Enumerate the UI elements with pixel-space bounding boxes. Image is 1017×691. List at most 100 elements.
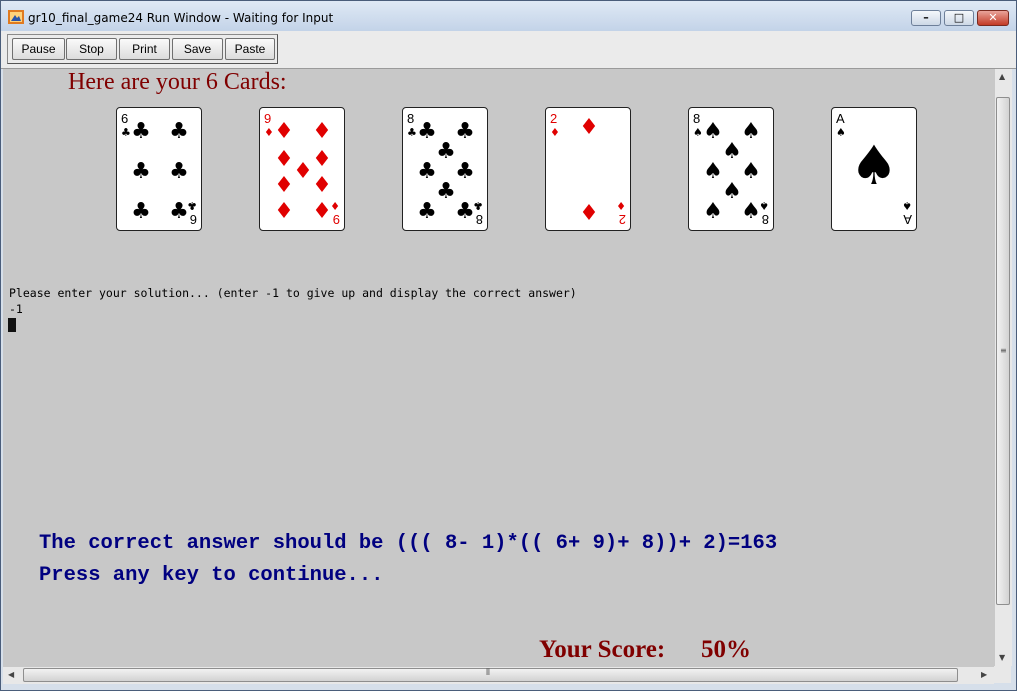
toolbar-button-group: Pause Stop Print Save Paste <box>7 34 278 64</box>
card-rank: 2 <box>619 212 626 227</box>
card-5: 8 ♠ 8 ♠ ♠ ♠ ♠ ♠ ♠ ♠ ♠ ♠ <box>688 107 774 231</box>
maximize-icon: □ <box>953 11 965 24</box>
diamond-suit-icon: ♦ <box>312 173 332 198</box>
club-suit-icon: ♣ <box>417 159 437 184</box>
card-4: 2 ♦ 2 ♦ ♦ ♦ <box>545 107 631 231</box>
score-value: 50% <box>701 636 751 663</box>
club-suit-icon: ♣ <box>455 119 475 144</box>
spade-suit-icon: ♠ <box>741 159 761 184</box>
spade-suit-icon: ♠ <box>722 179 742 204</box>
card-rank: A <box>836 111 845 126</box>
diamond-suit-icon: ♦ <box>312 119 332 144</box>
console-output[interactable]: Here are your 6 Cards: 6 ♣ 6 ♣ ♣ ♣ ♣ ♣ ♣ ♣ 9 ♦ 9 ♦ ♦ ♦… <box>3 69 994 666</box>
card-1: 6 ♣ 6 ♣ ♣ ♣ ♣ ♣ ♣ ♣ <box>116 107 202 231</box>
diamond-suit-icon: ♦ <box>312 147 332 172</box>
club-suit-icon: ♣ <box>169 119 189 144</box>
spade-suit-icon: ♠ <box>722 139 742 164</box>
horizontal-scrollbar[interactable]: ◀ ⦀ ▶ <box>3 666 994 684</box>
card-6: A ♠ A ♠ ♠ <box>831 107 917 231</box>
cards-heading: Here are your 6 Cards: <box>68 69 287 95</box>
run-window: gr10_final_game24 Run Window - Waiting f… <box>0 0 1017 691</box>
club-suit-icon: ♣ <box>131 199 151 224</box>
spade-suit-icon: ♠ <box>741 199 761 224</box>
scroll-up-arrow-icon[interactable]: ▲ <box>999 72 1005 81</box>
print-button[interactable]: Print <box>119 38 170 60</box>
card-face: 9♦9♦♦ ♦♦ ♦♦♦ ♦♦ ♦ <box>264 111 340 227</box>
card-face: A♠A♠♠ <box>836 111 912 227</box>
card-rank: 8 <box>762 212 769 227</box>
diamond-suit-icon: ♦ <box>274 199 294 224</box>
app-icon <box>8 10 24 24</box>
minimize-icon: – <box>923 11 929 24</box>
diamond-suit-icon: ♦ <box>264 126 274 139</box>
user-input: -1 <box>9 302 23 316</box>
spade-suit-icon: ♠ <box>703 199 723 224</box>
vertical-scroll-thumb[interactable]: ≡ <box>996 97 1010 605</box>
card-rank: 2 <box>550 111 557 126</box>
card-rank: A <box>903 212 912 227</box>
stop-button[interactable]: Stop <box>66 38 117 60</box>
spade-suit-icon: ♠ <box>703 159 723 184</box>
card-rank: 9 <box>333 212 340 227</box>
scroll-down-arrow-icon[interactable]: ▼ <box>999 653 1005 662</box>
card-2: 9 ♦ 9 ♦ ♦ ♦ ♦ ♦ ♦ ♦ ♦ ♦ ♦ <box>259 107 345 231</box>
card-face: 6♣6♣♣ ♣♣ ♣♣ ♣ <box>121 111 197 227</box>
scroll-right-arrow-icon[interactable]: ▶ <box>981 670 987 679</box>
vertical-scrollbar[interactable]: ▲ ≡ ▼ <box>994 69 1012 666</box>
club-suit-icon: ♣ <box>417 119 437 144</box>
minimize-button[interactable]: – <box>911 10 941 26</box>
club-suit-icon: ♣ <box>407 126 417 139</box>
grip-icon: ⦀ <box>486 668 490 678</box>
continue-text: Press any key to continue... <box>39 564 384 587</box>
club-suit-icon: ♣ <box>417 199 437 224</box>
close-button[interactable]: ✕ <box>977 10 1009 26</box>
paste-button[interactable]: Paste <box>225 38 275 60</box>
diamond-suit-icon: ♦ <box>293 159 313 184</box>
close-icon: ✕ <box>988 11 998 24</box>
text-cursor <box>8 318 16 332</box>
diamond-suit-icon: ♦ <box>274 147 294 172</box>
diamond-suit-icon: ♦ <box>312 199 332 224</box>
card-rank: 8 <box>407 111 414 126</box>
card-face: 2♦2♦♦♦ <box>550 111 626 227</box>
club-suit-icon: ♣ <box>436 179 456 204</box>
scroll-left-arrow-icon[interactable]: ◀ <box>8 670 14 679</box>
card-rank: 6 <box>121 111 128 126</box>
club-suit-icon: ♣ <box>169 199 189 224</box>
diamond-suit-icon: ♦ <box>579 115 599 140</box>
club-suit-icon: ♣ <box>436 139 456 164</box>
resize-grip-icon[interactable] <box>994 666 1011 683</box>
toolbar: Pause Stop Print Save Paste <box>1 31 1016 69</box>
club-suit-icon: ♣ <box>455 159 475 184</box>
save-button[interactable]: Save <box>172 38 223 60</box>
maximize-button[interactable]: □ <box>944 10 974 26</box>
spade-suit-icon: ♠ <box>850 134 898 197</box>
diamond-suit-icon: ♦ <box>616 199 626 212</box>
club-suit-icon: ♣ <box>131 119 151 144</box>
card-face: 8♣8♣♣ ♣♣♣ ♣♣♣ ♣ <box>407 111 483 227</box>
spade-suit-icon: ♠ <box>741 119 761 144</box>
pause-button[interactable]: Pause <box>12 38 65 60</box>
window-title: gr10_final_game24 Run Window - Waiting f… <box>28 11 334 25</box>
card-rank: 9 <box>264 111 271 126</box>
diamond-suit-icon: ♦ <box>274 119 294 144</box>
title-bar[interactable]: gr10_final_game24 Run Window - Waiting f… <box>1 1 1016 31</box>
spade-suit-icon: ♠ <box>902 199 912 212</box>
club-suit-icon: ♣ <box>169 159 189 184</box>
diamond-suit-icon: ♦ <box>550 126 560 139</box>
card-rank: 6 <box>190 212 197 227</box>
diamond-suit-icon: ♦ <box>274 173 294 198</box>
card-rank: 8 <box>693 111 700 126</box>
club-suit-icon: ♣ <box>121 126 131 139</box>
club-suit-icon: ♣ <box>455 199 475 224</box>
club-suit-icon: ♣ <box>131 159 151 184</box>
grip-icon: ≡ <box>1000 346 1007 355</box>
card-rank: 8 <box>476 212 483 227</box>
horizontal-scroll-thumb[interactable]: ⦀ <box>23 668 958 682</box>
card-face: 8♠8♠♠ ♠♠♠ ♠♠♠ ♠ <box>693 111 769 227</box>
spade-suit-icon: ♠ <box>693 126 703 139</box>
solution-prompt: Please enter your solution... (enter -1 … <box>9 286 577 300</box>
card-3: 8 ♣ 8 ♣ ♣ ♣ ♣ ♣ ♣ ♣ ♣ ♣ <box>402 107 488 231</box>
spade-suit-icon: ♠ <box>703 119 723 144</box>
score-label: Your Score: <box>539 636 666 663</box>
